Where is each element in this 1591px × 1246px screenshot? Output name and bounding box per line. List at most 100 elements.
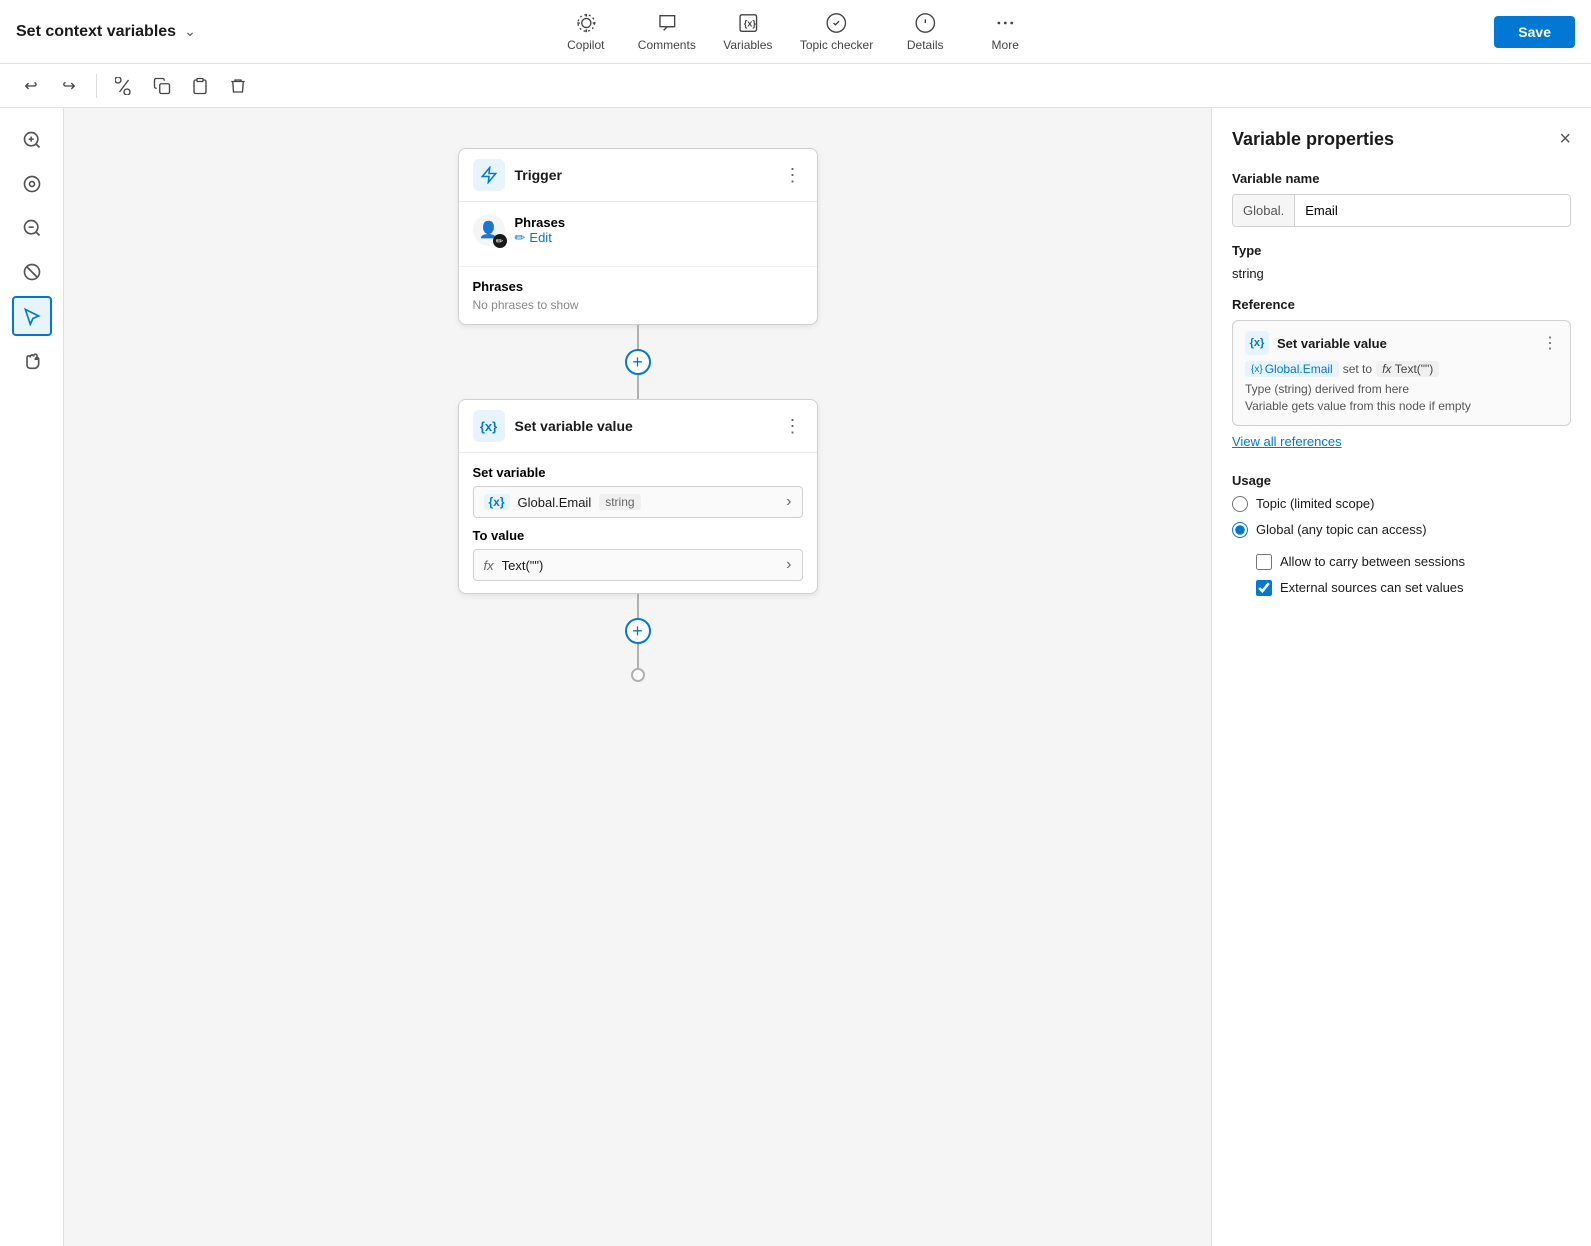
variables-icon: {x} [737,12,759,34]
nav-variables[interactable]: {x} Variables [720,12,776,52]
radio-global[interactable]: Global (any topic can access) [1232,522,1571,538]
checkbox-carry-input[interactable] [1256,554,1272,570]
var-name-input[interactable] [1295,195,1570,226]
topic-checker-icon [826,12,848,34]
nav-details[interactable]: Details [897,12,953,52]
set-variable-node[interactable]: {x} Set variable value ⋮ Set variable {x… [458,399,818,594]
ref-note2: Variable gets value from this node if em… [1245,398,1558,415]
ref-set-to: set to [1343,362,1372,376]
center-view-button[interactable] [12,164,52,204]
usage-radio-group: Topic (limited scope) Global (any topic … [1232,496,1571,538]
cut-icon [115,77,133,95]
trigger-node-header: Trigger ⋮ [459,149,817,202]
nav-copilot[interactable]: Copilot [558,12,614,52]
no-tool-button[interactable] [12,252,52,292]
radio-global-input[interactable] [1232,522,1248,538]
copilot-icon [575,12,597,34]
zoom-in-button[interactable] [12,120,52,160]
reference-section-label: Reference [1232,297,1571,312]
radio-topic-input[interactable] [1232,496,1248,512]
redo-button[interactable]: ↪ [54,71,84,101]
edit-link[interactable]: ✏ Edit [515,230,566,246]
var-node-icon: {x} [473,410,505,442]
page-title: Set context variables [16,23,176,41]
type-value: string [1232,266,1571,281]
cut-button[interactable] [109,71,139,101]
comments-icon [656,12,678,34]
flow-end-circle [631,668,645,682]
lightning-icon [480,166,498,184]
undo-button[interactable]: ↩ [16,71,46,101]
ref-menu-button[interactable]: ⋮ [1542,333,1558,353]
var-name-section-label: Variable name [1232,171,1571,186]
var-field[interactable]: {x} Global.Email string › [473,486,803,518]
radio-global-label: Global (any topic can access) [1256,522,1427,537]
var-field-arrow-icon: › [786,493,791,511]
connector-line-4 [637,644,639,668]
ref-note1: Type (string) derived from here [1245,381,1558,398]
copy-icon [153,77,171,95]
add-node-button-1[interactable]: + [625,349,651,375]
checkbox-external-input[interactable] [1256,580,1272,596]
var-field-name: Global.Email [518,495,592,510]
delete-button[interactable] [223,71,253,101]
panel-title: Variable properties [1232,129,1394,150]
side-toolbar [0,108,64,1246]
svg-text:{x}: {x} [743,18,756,28]
checkbox-carry-label: Allow to carry between sessions [1280,554,1465,569]
main-layout: Trigger ⋮ 👤 ✏ Phrases ✏ [0,108,1591,1246]
paste-button[interactable] [185,71,215,101]
view-all-references-link[interactable]: View all references [1232,434,1571,449]
nav-more[interactable]: More [977,12,1033,52]
usage-section-label: Usage [1232,473,1571,488]
trigger-node-menu[interactable]: ⋮ [784,165,803,186]
var-node-menu[interactable]: ⋮ [784,416,803,437]
connector-1: + [625,325,651,399]
save-button[interactable]: Save [1494,16,1575,48]
phrases-section: Phrases No phrases to show [459,266,817,324]
phrases-icon: 👤 ✏ [473,214,505,246]
radio-topic[interactable]: Topic (limited scope) [1232,496,1571,512]
connector-line-1 [637,325,639,349]
copy-button[interactable] [147,71,177,101]
fx-arrow-icon: › [786,556,791,574]
trigger-node-body: 👤 ✏ Phrases ✏ Edit [459,202,817,266]
edit-toolbar: ↩ ↪ [0,64,1591,108]
select-icon [22,306,42,326]
trigger-node-title: Trigger [515,167,562,183]
connector-line-3 [637,594,639,618]
nav-topic-checker[interactable]: Topic checker [800,12,873,52]
var-name-field: Global. [1232,194,1571,227]
ref-fx-label: fx Text("") [1376,361,1439,377]
panel-header: Variable properties × [1232,128,1571,151]
checkbox-carry[interactable]: Allow to carry between sessions [1256,554,1571,570]
var-field-type: string [599,494,640,510]
nav-comments[interactable]: Comments [638,12,696,52]
var-node-title: Set variable value [515,418,633,434]
phrases-empty-text: No phrases to show [473,298,803,312]
title-chevron-icon[interactable]: ⌄ [184,23,196,40]
ref-row: {x} Set variable value ⋮ [1245,331,1558,355]
add-node-button-2[interactable]: + [625,618,651,644]
hand-icon [22,350,42,370]
select-tool-button[interactable] [12,296,52,336]
trigger-icon [473,159,505,191]
phrases-content: Phrases ✏ Edit [515,215,566,246]
ref-var-label: {x} Global.Email [1245,361,1339,377]
fx-field[interactable]: fx Text("") › [473,549,803,581]
set-variable-label: Set variable [473,465,803,480]
trigger-node[interactable]: Trigger ⋮ 👤 ✏ Phrases ✏ [458,148,818,325]
ref-icon: {x} [1245,331,1269,355]
panel-close-button[interactable]: × [1559,128,1571,151]
type-section-label: Type [1232,243,1571,258]
toolbar-divider [96,74,97,98]
checkbox-external[interactable]: External sources can set values [1256,580,1571,596]
center-icon [22,174,42,194]
hand-tool-button[interactable] [12,340,52,380]
nav-bar: Copilot Comments {x} Variables Topic che… [558,12,1033,52]
top-bar: Set context variables ⌄ Copilot Comments… [0,0,1591,64]
ref-detail: {x} Global.Email set to fx Text("") [1245,361,1558,377]
top-bar-left: Set context variables ⌄ [16,23,196,41]
zoom-out-button[interactable] [12,208,52,248]
pencil-icon: ✏ [515,230,526,246]
